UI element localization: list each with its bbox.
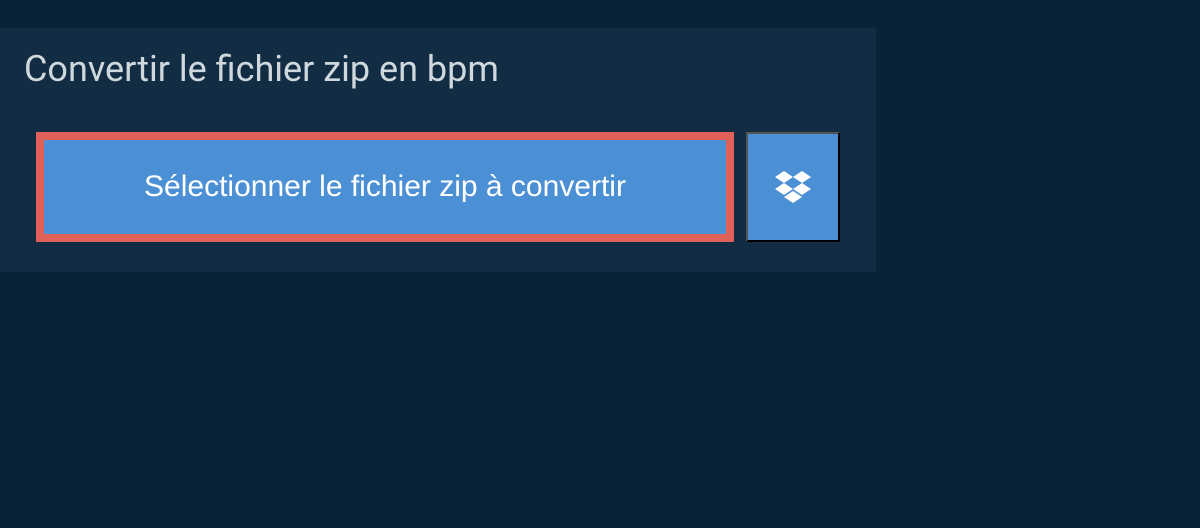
- dropbox-button[interactable]: [746, 132, 840, 242]
- button-row: Sélectionner le fichier zip à convertir: [0, 132, 876, 242]
- title-bar: Convertir le fichier zip en bpm: [0, 28, 523, 114]
- dropbox-icon: [775, 171, 811, 203]
- page-title: Convertir le fichier zip en bpm: [24, 48, 499, 90]
- converter-panel: Convertir le fichier zip en bpm Sélectio…: [0, 28, 876, 272]
- select-file-button[interactable]: Sélectionner le fichier zip à convertir: [36, 132, 734, 242]
